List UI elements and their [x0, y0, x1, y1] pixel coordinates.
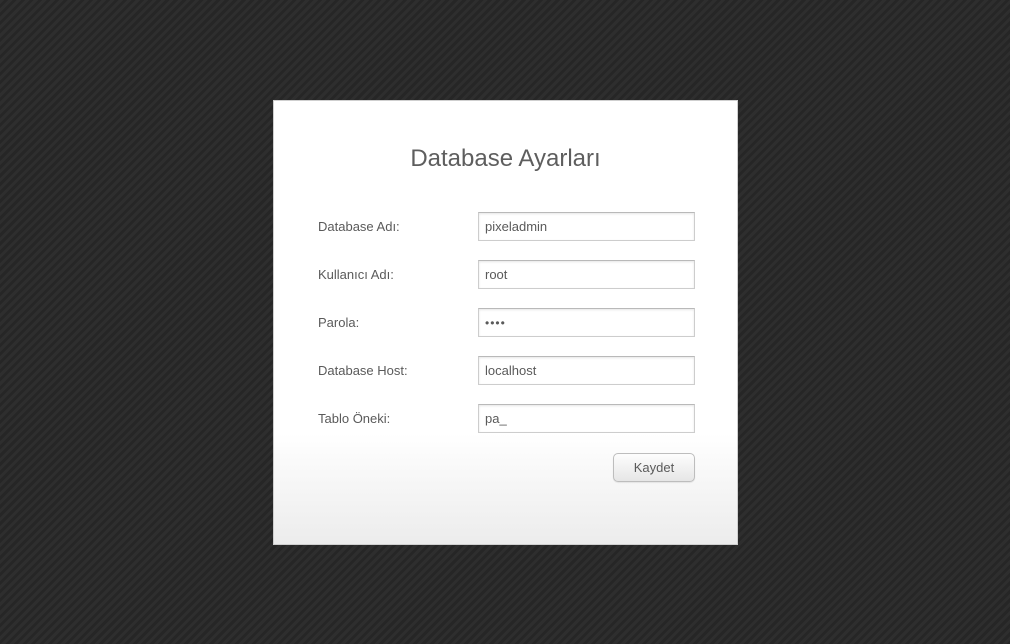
database-host-input[interactable]: [478, 356, 695, 385]
database-settings-panel: Database Ayarları Database Adı: Kullanıc…: [273, 100, 738, 545]
username-label: Kullanıcı Adı:: [318, 267, 394, 282]
database-name-row: Database Adı:: [318, 212, 695, 241]
table-prefix-row: Tablo Öneki:: [318, 404, 695, 433]
database-name-label: Database Adı:: [318, 219, 400, 234]
table-prefix-input[interactable]: [478, 404, 695, 433]
page-title: Database Ayarları: [410, 145, 601, 172]
username-row: Kullanıcı Adı:: [318, 260, 695, 289]
save-button[interactable]: Kaydet: [613, 453, 695, 482]
password-input[interactable]: [478, 308, 695, 337]
database-host-label: Database Host:: [318, 363, 408, 378]
database-name-input[interactable]: [478, 212, 695, 241]
database-host-row: Database Host:: [318, 356, 695, 385]
username-input[interactable]: [478, 260, 695, 289]
password-label: Parola:: [318, 315, 360, 330]
password-row: Parola:: [318, 308, 695, 337]
table-prefix-label: Tablo Öneki:: [318, 411, 391, 426]
